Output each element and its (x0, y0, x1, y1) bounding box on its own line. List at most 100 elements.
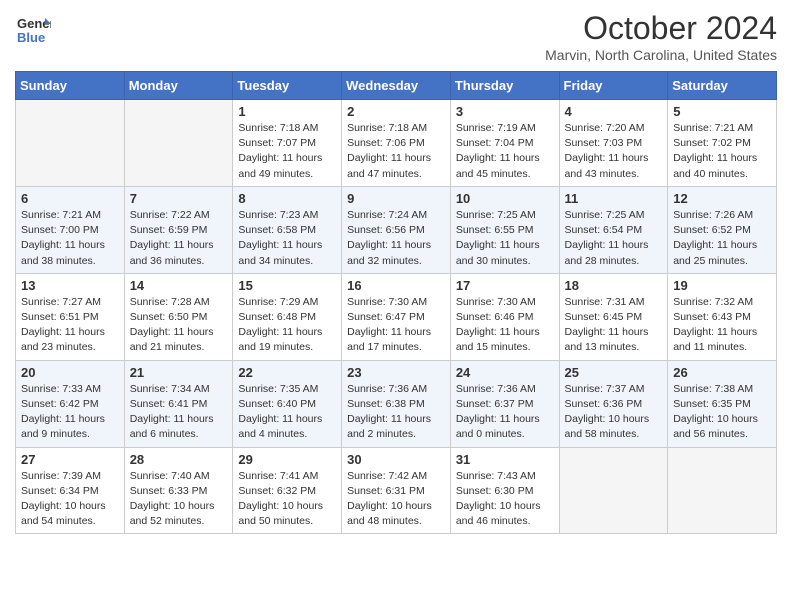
day-number: 27 (21, 452, 119, 467)
day-info: Sunrise: 7:19 AM Sunset: 7:04 PM Dayligh… (456, 121, 554, 182)
calendar-table: SundayMondayTuesdayWednesdayThursdayFrid… (15, 71, 777, 534)
day-number: 21 (130, 365, 228, 380)
day-info: Sunrise: 7:27 AM Sunset: 6:51 PM Dayligh… (21, 295, 119, 356)
calendar-cell: 8 Sunrise: 7:23 AM Sunset: 6:58 PM Daylig… (233, 186, 342, 273)
calendar-cell: 27Sunrise: 7:39 AM Sunset: 6:34 PM Dayli… (16, 447, 125, 534)
day-info: Sunrise: 7:21 AM Sunset: 7:00 PM Dayligh… (21, 208, 119, 269)
day-info: Sunrise: 7:18 AM Sunset: 7:07 PM Dayligh… (238, 121, 336, 182)
calendar-cell: 21Sunrise: 7:34 AM Sunset: 6:41 PM Dayli… (124, 360, 233, 447)
calendar-cell: 12 Sunrise: 7:26 AM Sunset: 6:52 PM Dayli… (668, 186, 777, 273)
day-number: 28 (130, 452, 228, 467)
day-number: 26 (673, 365, 771, 380)
day-info: Sunrise: 7:21 AM Sunset: 7:02 PM Dayligh… (673, 121, 771, 182)
day-number: 30 (347, 452, 445, 467)
calendar-cell (124, 100, 233, 187)
calendar-cell: 30 Sunrise: 7:42 AM Sunset: 6:31 PM Dayli… (342, 447, 451, 534)
week-row-3: 13 Sunrise: 7:27 AM Sunset: 6:51 PM Dayli… (16, 273, 777, 360)
calendar-cell: 23Sunrise: 7:36 AM Sunset: 6:38 PM Dayli… (342, 360, 451, 447)
calendar-cell: 1 Sunrise: 7:18 AM Sunset: 7:07 PM Daylig… (233, 100, 342, 187)
weekday-header-tuesday: Tuesday (233, 72, 342, 100)
day-info: Sunrise: 7:38 AM Sunset: 6:35 PM Dayligh… (673, 382, 771, 443)
day-number: 2 (347, 104, 445, 119)
weekday-header-row: SundayMondayTuesdayWednesdayThursdayFrid… (16, 72, 777, 100)
weekday-header-wednesday: Wednesday (342, 72, 451, 100)
logo: General Blue (15, 10, 51, 46)
day-number: 12 (673, 191, 771, 206)
day-number: 16 (347, 278, 445, 293)
day-number: 10 (456, 191, 554, 206)
day-info: Sunrise: 7:43 AM Sunset: 6:30 PM Dayligh… (456, 469, 554, 530)
calendar-cell: 3 Sunrise: 7:19 AM Sunset: 7:04 PM Daylig… (450, 100, 559, 187)
day-info: Sunrise: 7:18 AM Sunset: 7:06 PM Dayligh… (347, 121, 445, 182)
day-number: 18 (565, 278, 663, 293)
day-info: Sunrise: 7:23 AM Sunset: 6:58 PM Dayligh… (238, 208, 336, 269)
calendar-cell: 4 Sunrise: 7:20 AM Sunset: 7:03 PM Daylig… (559, 100, 668, 187)
day-number: 20 (21, 365, 119, 380)
calendar-cell: 6 Sunrise: 7:21 AM Sunset: 7:00 PM Daylig… (16, 186, 125, 273)
day-info: Sunrise: 7:32 AM Sunset: 6:43 PM Dayligh… (673, 295, 771, 356)
day-number: 3 (456, 104, 554, 119)
calendar-cell: 22 Sunrise: 7:35 AM Sunset: 6:40 PM Dayli… (233, 360, 342, 447)
calendar-cell (16, 100, 125, 187)
day-number: 31 (456, 452, 554, 467)
day-number: 13 (21, 278, 119, 293)
weekday-header-thursday: Thursday (450, 72, 559, 100)
week-row-1: 1 Sunrise: 7:18 AM Sunset: 7:07 PM Daylig… (16, 100, 777, 187)
month-title: October 2024 (545, 10, 777, 47)
day-info: Sunrise: 7:20 AM Sunset: 7:03 PM Dayligh… (565, 121, 663, 182)
day-info: Sunrise: 7:41 AM Sunset: 6:32 PM Dayligh… (238, 469, 336, 530)
calendar-cell: 5Sunrise: 7:21 AM Sunset: 7:02 PM Daylig… (668, 100, 777, 187)
day-number: 25 (565, 365, 663, 380)
calendar-cell: 28Sunrise: 7:40 AM Sunset: 6:33 PM Dayli… (124, 447, 233, 534)
calendar-cell: 26 Sunrise: 7:38 AM Sunset: 6:35 PM Dayli… (668, 360, 777, 447)
day-info: Sunrise: 7:31 AM Sunset: 6:45 PM Dayligh… (565, 295, 663, 356)
day-number: 17 (456, 278, 554, 293)
day-info: Sunrise: 7:35 AM Sunset: 6:40 PM Dayligh… (238, 382, 336, 443)
day-number: 19 (673, 278, 771, 293)
title-block: October 2024 Marvin, North Carolina, Uni… (545, 10, 777, 63)
location: Marvin, North Carolina, United States (545, 47, 777, 63)
calendar-cell: 11 Sunrise: 7:25 AM Sunset: 6:54 PM Dayli… (559, 186, 668, 273)
weekday-header-friday: Friday (559, 72, 668, 100)
day-info: Sunrise: 7:37 AM Sunset: 6:36 PM Dayligh… (565, 382, 663, 443)
day-info: Sunrise: 7:22 AM Sunset: 6:59 PM Dayligh… (130, 208, 228, 269)
weekday-header-sunday: Sunday (16, 72, 125, 100)
calendar-cell: 17Sunrise: 7:30 AM Sunset: 6:46 PM Dayli… (450, 273, 559, 360)
calendar-cell: 31 Sunrise: 7:43 AM Sunset: 6:30 PM Dayli… (450, 447, 559, 534)
calendar-cell (559, 447, 668, 534)
calendar-cell: 24 Sunrise: 7:36 AM Sunset: 6:37 PM Dayli… (450, 360, 559, 447)
calendar-cell: 29 Sunrise: 7:41 AM Sunset: 6:32 PM Dayli… (233, 447, 342, 534)
day-info: Sunrise: 7:25 AM Sunset: 6:55 PM Dayligh… (456, 208, 554, 269)
day-info: Sunrise: 7:42 AM Sunset: 6:31 PM Dayligh… (347, 469, 445, 530)
day-info: Sunrise: 7:25 AM Sunset: 6:54 PM Dayligh… (565, 208, 663, 269)
day-number: 24 (456, 365, 554, 380)
day-number: 4 (565, 104, 663, 119)
day-number: 22 (238, 365, 336, 380)
day-number: 8 (238, 191, 336, 206)
calendar-cell: 7Sunrise: 7:22 AM Sunset: 6:59 PM Daylig… (124, 186, 233, 273)
day-number: 6 (21, 191, 119, 206)
calendar-cell: 19 Sunrise: 7:32 AM Sunset: 6:43 PM Dayli… (668, 273, 777, 360)
week-row-4: 20Sunrise: 7:33 AM Sunset: 6:42 PM Dayli… (16, 360, 777, 447)
day-info: Sunrise: 7:29 AM Sunset: 6:48 PM Dayligh… (238, 295, 336, 356)
calendar-cell: 15 Sunrise: 7:29 AM Sunset: 6:48 PM Dayli… (233, 273, 342, 360)
calendar-cell: 9Sunrise: 7:24 AM Sunset: 6:56 PM Daylig… (342, 186, 451, 273)
weekday-header-saturday: Saturday (668, 72, 777, 100)
day-info: Sunrise: 7:36 AM Sunset: 6:37 PM Dayligh… (456, 382, 554, 443)
logo-icon: General Blue (15, 10, 51, 46)
calendar-cell (668, 447, 777, 534)
day-number: 15 (238, 278, 336, 293)
calendar-cell: 20Sunrise: 7:33 AM Sunset: 6:42 PM Dayli… (16, 360, 125, 447)
day-number: 29 (238, 452, 336, 467)
day-info: Sunrise: 7:36 AM Sunset: 6:38 PM Dayligh… (347, 382, 445, 443)
week-row-2: 6 Sunrise: 7:21 AM Sunset: 7:00 PM Daylig… (16, 186, 777, 273)
week-row-5: 27Sunrise: 7:39 AM Sunset: 6:34 PM Dayli… (16, 447, 777, 534)
day-info: Sunrise: 7:26 AM Sunset: 6:52 PM Dayligh… (673, 208, 771, 269)
day-info: Sunrise: 7:30 AM Sunset: 6:47 PM Dayligh… (347, 295, 445, 356)
calendar-cell: 18 Sunrise: 7:31 AM Sunset: 6:45 PM Dayli… (559, 273, 668, 360)
calendar-cell: 13 Sunrise: 7:27 AM Sunset: 6:51 PM Dayli… (16, 273, 125, 360)
svg-text:Blue: Blue (17, 30, 45, 45)
day-number: 11 (565, 191, 663, 206)
day-number: 1 (238, 104, 336, 119)
day-number: 14 (130, 278, 228, 293)
